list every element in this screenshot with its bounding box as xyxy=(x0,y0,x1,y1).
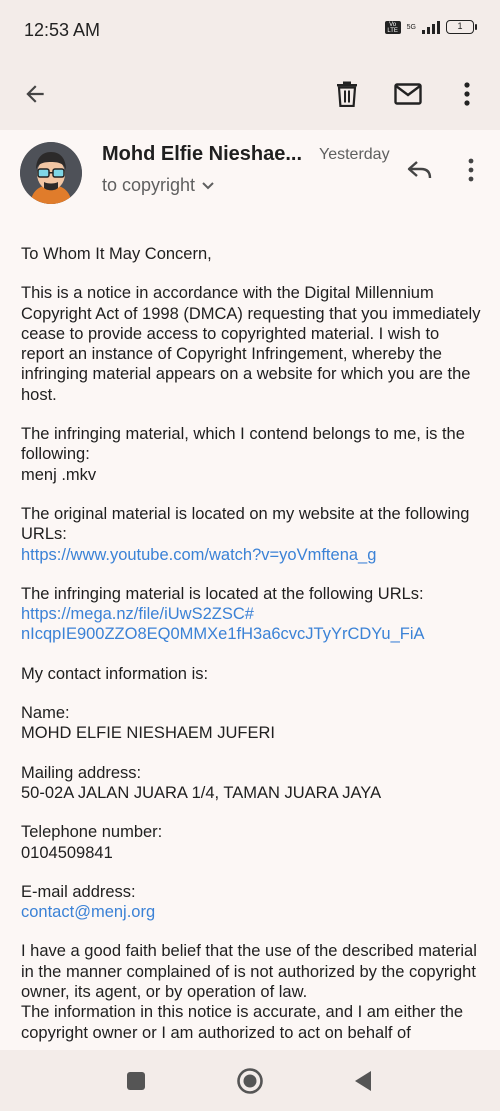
recipient-toggle[interactable]: to copyright xyxy=(102,175,215,196)
email-address-block: E-mail address: contact@menj.org xyxy=(21,882,483,923)
chevron-down-icon xyxy=(202,181,214,189)
telephone-value: 0104509841 xyxy=(21,843,113,862)
greeting: To Whom It May Concern, xyxy=(21,245,212,263)
recipient-label: to copyright xyxy=(102,175,196,195)
avatar[interactable] xyxy=(20,142,82,204)
contact-info-heading: My contact information is: xyxy=(21,664,209,683)
home-circle-icon xyxy=(237,1068,263,1094)
email-date: Yesterday xyxy=(319,146,390,163)
more-vertical-icon xyxy=(464,82,470,106)
infringing-url-line-1: https://mega.nz/file/iUwS2ZSC# xyxy=(21,605,254,624)
name-block: Name: MOHD ELFIE NIESHAEM JUFERI xyxy=(21,703,483,744)
infringing-url-text: The infringing material is located at th… xyxy=(21,584,424,603)
home-button[interactable] xyxy=(235,1066,265,1096)
good-faith-text: I have a good faith belief that the use … xyxy=(21,942,477,1002)
delete-button[interactable] xyxy=(325,72,369,116)
name-label: Name: xyxy=(21,704,70,723)
square-icon xyxy=(127,1072,145,1090)
mailing-address-value: 50-02A JALAN JUARA 1/4, TAMAN JUARA JAYA xyxy=(21,783,382,802)
email-address-link[interactable]: contact@menj.org xyxy=(21,903,155,921)
sender-name[interactable]: Mohd Elfie Nieshae... xyxy=(102,143,302,166)
reply-icon xyxy=(407,161,432,179)
signal-icon xyxy=(422,20,440,34)
infringing-file-name: menj .mkv xyxy=(21,465,97,484)
volte-icon: Vo LTE xyxy=(384,20,401,34)
email-body: To Whom It May Concern, This is a notice… xyxy=(21,244,483,1050)
infringing-material-paragraph: The infringing material, which I contend… xyxy=(21,424,483,485)
original-url-link[interactable]: https://www.youtube.com/watch?v=yoVmften… xyxy=(21,546,376,564)
trash-icon xyxy=(337,81,357,107)
back-nav-button[interactable] xyxy=(348,1066,378,1096)
status-time: 12:53 AM xyxy=(24,20,101,40)
email-address-label: E-mail address: xyxy=(21,882,136,901)
arrow-left-icon xyxy=(26,85,44,103)
telephone-label: Telephone number: xyxy=(21,823,163,842)
telephone-block: Telephone number: 0104509841 xyxy=(21,822,483,863)
mail-icon xyxy=(394,83,422,105)
back-button[interactable] xyxy=(13,72,57,116)
infringing-material-text: The infringing material, which I contend… xyxy=(21,425,465,464)
good-faith-paragraph: I have a good faith belief that the use … xyxy=(21,941,483,1042)
more-vertical-icon xyxy=(468,158,474,182)
message-more-button[interactable] xyxy=(456,152,486,188)
infringing-url-line-2: nIcqpIE900ZZO8EQ0MMXe1fH3a6cvcJTyYrCDYu_… xyxy=(21,625,425,644)
system-nav-bar xyxy=(0,1050,500,1111)
battery-icon: 1 xyxy=(446,20,477,34)
avatar-image xyxy=(20,142,82,204)
mailing-address-block: Mailing address: 50-02A JALAN JUARA 1/4,… xyxy=(21,763,483,804)
infringing-url-paragraph: The infringing material is located at th… xyxy=(21,584,483,645)
infringing-url-link[interactable]: https://mega.nz/file/iUwS2ZSC# nIcqpIE900… xyxy=(21,605,425,643)
accuracy-text: The information in this notice is accura… xyxy=(21,1003,464,1042)
mark-unread-button[interactable] xyxy=(386,72,430,116)
back-triangle-icon xyxy=(355,1071,371,1091)
mailing-address-label: Mailing address: xyxy=(21,763,142,782)
reply-button[interactable] xyxy=(400,152,440,188)
network-type-label: 5G xyxy=(406,23,416,31)
status-icons: Vo LTE 5G 1 xyxy=(384,20,477,34)
name-value: MOHD ELFIE NIESHAEM JUFERI xyxy=(21,724,275,743)
email-header: Mohd Elfie Nieshae... Yesterday to copyr… xyxy=(0,130,500,230)
recents-button[interactable] xyxy=(121,1066,151,1096)
original-material-text: The original material is located on my w… xyxy=(21,504,470,544)
email-toolbar xyxy=(0,60,500,130)
notice-paragraph: This is a notice in accordance with the … xyxy=(21,284,481,404)
status-bar: 12:53 AM Vo LTE 5G 1 xyxy=(0,0,500,60)
toolbar-more-button[interactable] xyxy=(445,72,489,116)
original-material-paragraph: The original material is located on my w… xyxy=(21,504,483,565)
